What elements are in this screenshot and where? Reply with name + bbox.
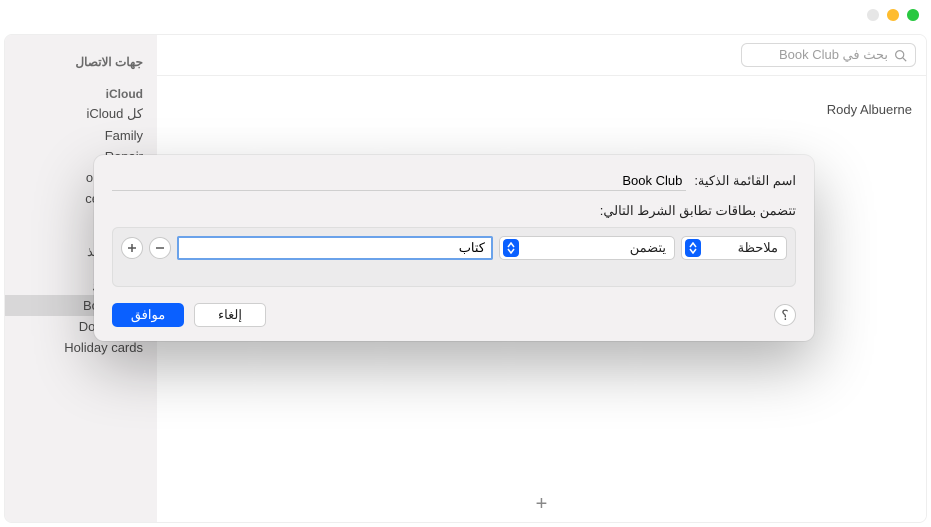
criteria-field-value: ملاحظة (738, 240, 778, 256)
criteria-field-popup[interactable]: ملاحظة (681, 236, 787, 260)
ok-button[interactable]: موافق (112, 303, 184, 327)
smart-list-name-input[interactable] (112, 171, 686, 191)
remove-criteria-button[interactable] (149, 237, 171, 259)
window-titlebar (0, 0, 931, 30)
cancel-button[interactable]: إلغاء (194, 303, 266, 327)
criteria-subtitle: تتضمن بطاقات تطابق الشرط التالي: (112, 203, 796, 219)
criteria-area: ملاحظة يتضمن (112, 227, 796, 287)
sidebar-section-contacts: جهات الاتصال (5, 49, 157, 71)
sidebar-item-all-icloud[interactable]: كل iCloud (5, 103, 157, 125)
toolbar: بحث في Book Club (157, 35, 926, 75)
contact-row[interactable]: Rody Albuerne (171, 102, 912, 117)
list-separator (157, 75, 926, 76)
add-button[interactable]: + (526, 492, 558, 516)
traffic-light-zoom[interactable] (907, 9, 919, 21)
chevron-up-down-icon (685, 239, 701, 257)
minus-icon (155, 243, 165, 253)
criteria-row: ملاحظة يتضمن (121, 236, 787, 260)
footer-bar: + (157, 492, 926, 516)
search-field[interactable]: بحث في Book Club (741, 43, 916, 67)
criteria-value-input[interactable] (177, 236, 493, 260)
sidebar-item-family[interactable]: Family (5, 125, 157, 146)
sidebar-section-icloud: iCloud (5, 81, 157, 103)
criteria-operator-value: يتضمن (630, 240, 666, 256)
search-placeholder: بحث في Book Club (779, 47, 888, 63)
criteria-operator-popup[interactable]: يتضمن (499, 236, 675, 260)
sheet-footer: ؟ موافق إلغاء (112, 303, 796, 327)
search-icon (894, 49, 907, 62)
plus-icon (127, 243, 137, 253)
chevron-up-down-icon (503, 239, 519, 257)
help-button[interactable]: ؟ (774, 304, 796, 326)
traffic-light-disabled (867, 9, 879, 21)
smart-list-name-label: اسم القائمة الذكية: (694, 173, 796, 189)
contacts-list: Rody Albuerne (157, 90, 926, 129)
smart-list-sheet: اسم القائمة الذكية: تتضمن بطاقات تطابق ا… (94, 155, 814, 341)
traffic-light-minimize[interactable] (887, 9, 899, 21)
add-criteria-button[interactable] (121, 237, 143, 259)
